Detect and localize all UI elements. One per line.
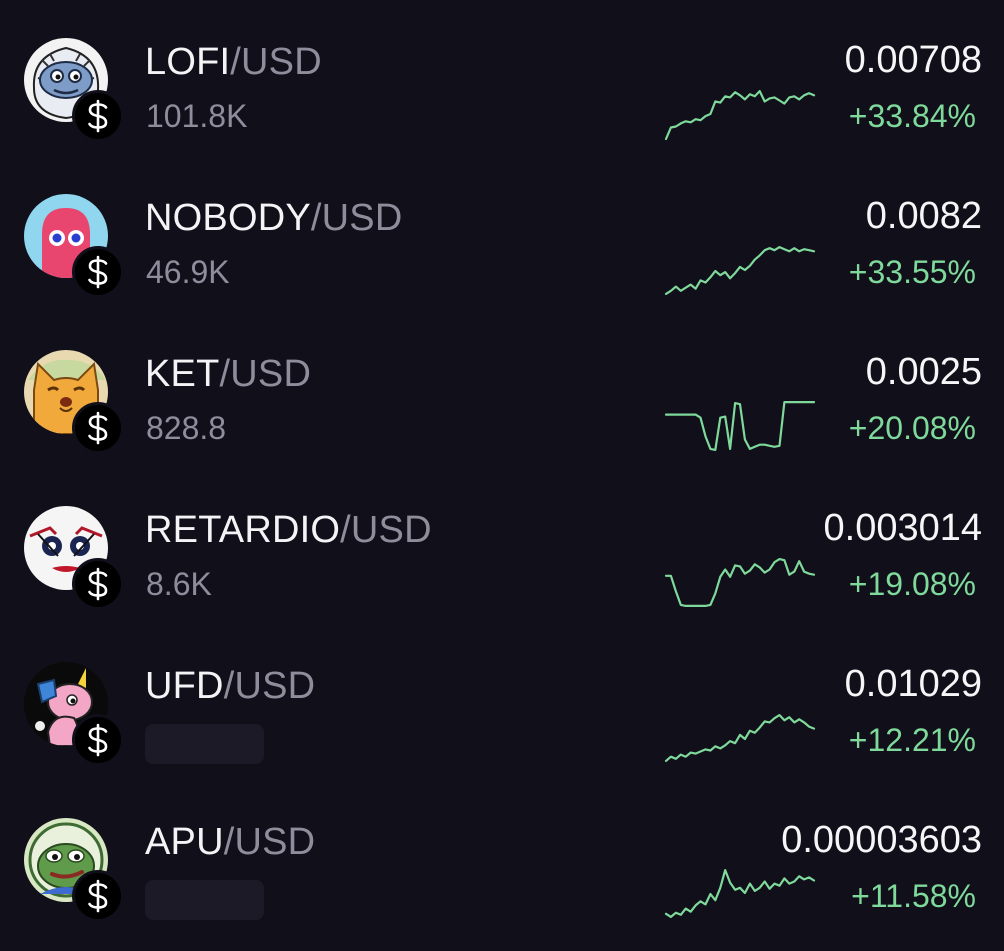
usd-dollar-icon bbox=[72, 246, 124, 298]
trading-pair: NOBODY/USD bbox=[145, 196, 403, 240]
sparkline-svg bbox=[664, 401, 816, 451]
quote-symbol: /USD bbox=[223, 665, 316, 707]
sparkline-svg bbox=[664, 246, 816, 295]
usd-dollar-icon bbox=[72, 558, 124, 610]
price-value: 0.0025 bbox=[865, 351, 982, 393]
trading-pair: APU/USD bbox=[145, 820, 315, 864]
base-symbol: KET bbox=[145, 353, 220, 395]
base-symbol: UFD bbox=[145, 665, 224, 707]
market-row-lofi[interactable]: LOFI/USD 101.8K 0.00708 +33.84% bbox=[0, 0, 1004, 156]
price-value: 0.0082 bbox=[865, 195, 982, 237]
sparkline-chart bbox=[664, 86, 816, 142]
sparkline-line bbox=[664, 714, 816, 762]
sparkline-chart bbox=[664, 554, 816, 610]
sparkline-chart bbox=[664, 866, 816, 922]
volume-loading-placeholder bbox=[145, 724, 264, 764]
volume-loading-placeholder bbox=[145, 880, 264, 920]
usd-dollar-icon bbox=[72, 402, 124, 454]
volume-value: 101.8K bbox=[146, 98, 248, 134]
sparkline-line bbox=[664, 869, 816, 918]
sparkline-line bbox=[664, 558, 816, 607]
token-avatar bbox=[24, 38, 124, 142]
price-value: 0.00708 bbox=[844, 39, 982, 81]
sparkline-line bbox=[664, 90, 816, 141]
trading-pair: KET/USD bbox=[145, 352, 311, 396]
sparkline-svg bbox=[664, 869, 816, 918]
price-change-percent: +33.84% bbox=[848, 98, 976, 134]
quote-symbol: /USD bbox=[310, 197, 403, 239]
sparkline-svg bbox=[664, 90, 816, 141]
sparkline-chart bbox=[664, 242, 816, 298]
token-avatar bbox=[24, 506, 124, 610]
sparkline-svg bbox=[664, 714, 816, 762]
volume-value: 8.6K bbox=[146, 566, 212, 602]
sparkline-chart bbox=[664, 398, 816, 454]
base-symbol: APU bbox=[145, 821, 224, 863]
trading-pair: RETARDIO/USD bbox=[145, 508, 432, 552]
price-change-percent: +11.58% bbox=[851, 878, 976, 914]
price-change-percent: +12.21% bbox=[848, 722, 976, 758]
trading-pair: LOFI/USD bbox=[145, 40, 322, 84]
market-row-apu[interactable]: APU/USD 0.00003603 +11.58% bbox=[0, 780, 1004, 936]
base-symbol: LOFI bbox=[145, 41, 231, 83]
markets-list: LOFI/USD 101.8K 0.00708 +33.84% NOBODY/U… bbox=[0, 0, 1004, 951]
volume-value: 828.8 bbox=[146, 410, 227, 446]
token-avatar bbox=[24, 662, 124, 766]
quote-symbol: /USD bbox=[219, 353, 312, 395]
volume-value: 46.9K bbox=[146, 254, 230, 290]
quote-symbol: /USD bbox=[340, 509, 432, 551]
sparkline-line bbox=[664, 246, 816, 295]
market-row-ket[interactable]: KET/USD 828.8 0.0025 +20.08% bbox=[0, 312, 1004, 468]
sparkline-line bbox=[664, 401, 816, 451]
usd-dollar-icon bbox=[72, 870, 124, 922]
market-row-retardio[interactable]: RETARDIO/USD 8.6K 0.003014 +19.08% bbox=[0, 468, 1004, 624]
sparkline-svg bbox=[664, 558, 816, 607]
base-symbol: NOBODY bbox=[145, 197, 311, 239]
token-avatar bbox=[24, 350, 124, 454]
quote-symbol: /USD bbox=[230, 41, 322, 83]
price-value: 0.00003603 bbox=[781, 819, 982, 861]
usd-dollar-icon bbox=[72, 90, 124, 142]
quote-symbol: /USD bbox=[223, 821, 316, 863]
base-symbol: RETARDIO bbox=[145, 509, 341, 551]
price-value: 0.01029 bbox=[844, 663, 982, 705]
price-change-percent: +19.08% bbox=[848, 566, 976, 602]
token-avatar bbox=[24, 194, 124, 298]
market-row-ufd[interactable]: UFD/USD 0.01029 +12.21% bbox=[0, 624, 1004, 780]
price-change-percent: +20.08% bbox=[848, 410, 976, 446]
market-row-nobody[interactable]: NOBODY/USD 46.9K 0.0082 +33.55% bbox=[0, 156, 1004, 312]
usd-dollar-icon bbox=[72, 714, 124, 766]
price-value: 0.003014 bbox=[823, 507, 983, 549]
sparkline-chart bbox=[664, 710, 816, 766]
trading-pair: UFD/USD bbox=[145, 664, 315, 708]
price-change-percent: +33.55% bbox=[848, 254, 976, 290]
token-avatar bbox=[24, 818, 124, 922]
